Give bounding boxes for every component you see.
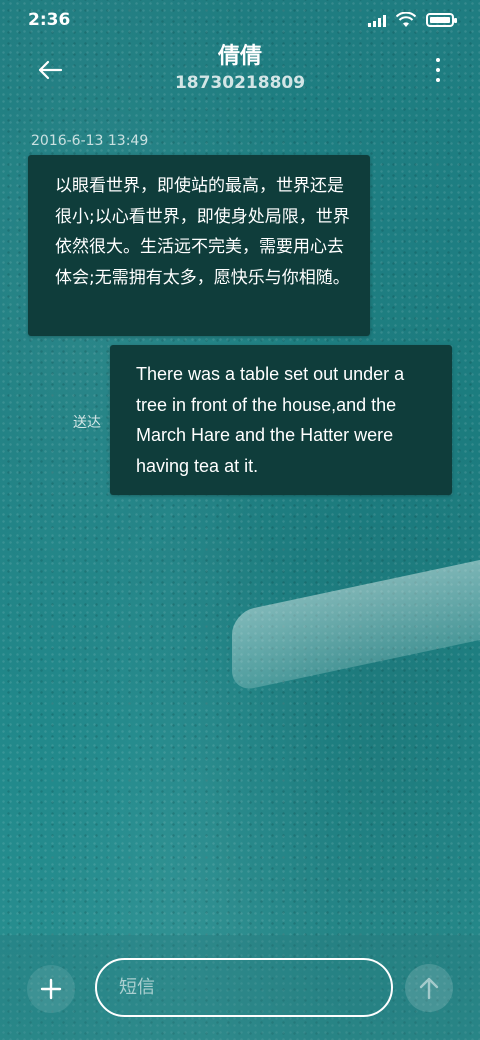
sent-message-bubble[interactable]: There was a table set out under a tree i… [110, 345, 452, 495]
battery-icon [426, 13, 457, 27]
battery-fill [430, 17, 450, 23]
received-message-text: 以眼看世界，即使站的最高，世界还是很小;以心看世界，即使身处局限，世界依然很大。… [55, 176, 350, 288]
header-title: 倩倩 18730218809 [0, 42, 480, 94]
send-button[interactable] [405, 964, 453, 1012]
status-bar: 2:36 [0, 0, 480, 40]
background-dock-shape [232, 557, 480, 693]
more-vert-icon [436, 58, 440, 62]
signal-icon [368, 13, 386, 27]
contact-phone-number: 18730218809 [174, 73, 306, 93]
wifi-icon [396, 12, 416, 27]
received-message-bubble[interactable]: 以眼看世界，即使站的最高，世界还是很小;以心看世界，即使身处局限，世界依然很大。… [28, 155, 370, 336]
message-timestamp: 2016-6-13 13:49 [31, 133, 149, 149]
sms-input-wrapper[interactable] [95, 958, 393, 1017]
status-time: 2:36 [28, 10, 71, 30]
plus-icon [40, 978, 62, 1000]
more-options-button[interactable] [432, 58, 444, 82]
contact-name: 倩倩 [217, 44, 262, 69]
add-attachment-button[interactable] [27, 965, 75, 1013]
send-arrow-icon [419, 977, 439, 1000]
conversation-header: 倩倩 18730218809 [0, 40, 480, 110]
sent-message-text: There was a table set out under a tree i… [136, 364, 405, 476]
status-icons [368, 12, 457, 28]
sms-input[interactable] [119, 977, 379, 998]
delivery-status: 送达 [73, 415, 101, 431]
